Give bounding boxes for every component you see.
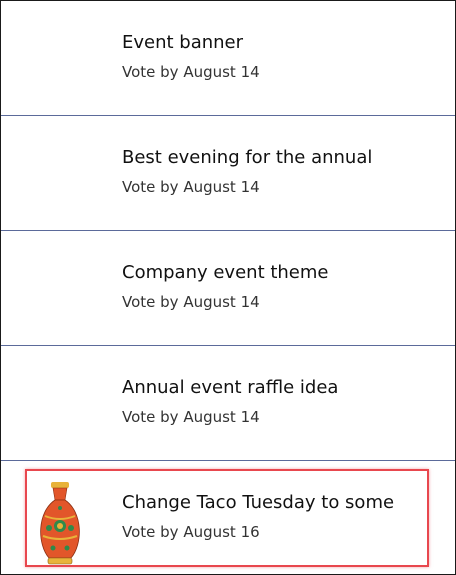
item-subtitle: Vote by August 14 bbox=[122, 408, 260, 426]
item-subtitle: Vote by August 14 bbox=[122, 293, 260, 311]
vase-image bbox=[40, 482, 80, 565]
list-item[interactable]: Annual event raffle idea Vote by August … bbox=[1, 346, 455, 461]
item-title: Annual event raffle idea bbox=[122, 377, 339, 398]
list-item-selected[interactable]: Change Taco Tuesday to some Vote by Augu… bbox=[1, 461, 455, 574]
item-subtitle: Vote by August 14 bbox=[122, 63, 260, 81]
gallery-list: Event banner Vote by August 14 Best even… bbox=[1, 1, 455, 574]
item-title: Company event theme bbox=[122, 262, 329, 283]
item-subtitle: Vote by August 16 bbox=[122, 523, 260, 541]
list-item[interactable]: Company event theme Vote by August 14 bbox=[1, 231, 455, 346]
list-item[interactable]: Best evening for the annual Vote by Augu… bbox=[1, 116, 455, 231]
item-title: Event banner bbox=[122, 32, 244, 53]
gallery-frame: Event banner Vote by August 14 Best even… bbox=[0, 0, 456, 575]
item-subtitle: Vote by August 14 bbox=[122, 178, 260, 196]
item-title: Best evening for the annual bbox=[122, 147, 373, 168]
item-title: Change Taco Tuesday to some bbox=[122, 492, 395, 513]
list-item[interactable]: Event banner Vote by August 14 bbox=[1, 1, 455, 116]
